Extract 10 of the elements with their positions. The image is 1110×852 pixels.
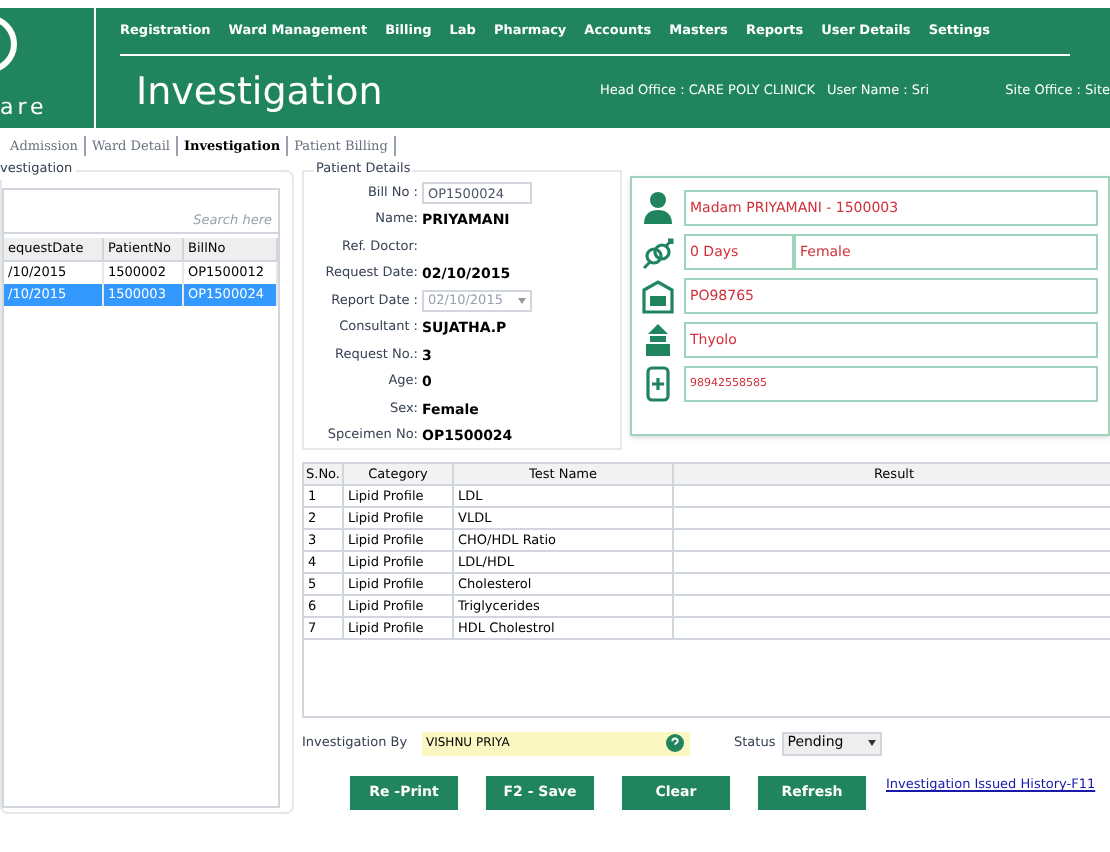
logo-text: are (0, 96, 48, 118)
gender-icon (642, 234, 674, 270)
caret-icon (867, 740, 876, 746)
logo-ring-icon (0, 14, 20, 74)
mailbox-icon (642, 278, 674, 314)
page-title: Investigation (136, 67, 385, 118)
caret-icon (518, 298, 526, 305)
building-icon (642, 322, 674, 358)
mobile-phone-icon (642, 366, 674, 402)
person-icon (642, 190, 674, 226)
